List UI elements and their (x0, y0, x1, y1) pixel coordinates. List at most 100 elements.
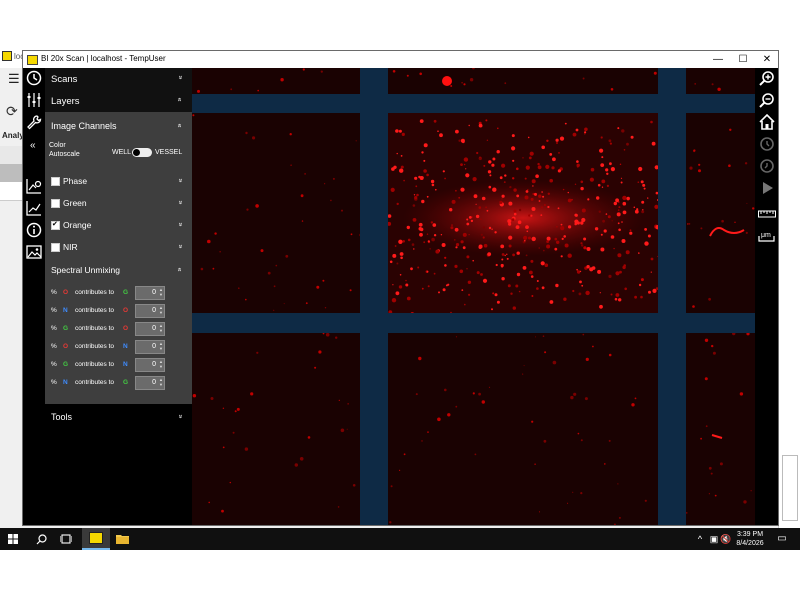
chevron-down-icon[interactable]: » (177, 415, 184, 419)
autoscale-toggle[interactable] (132, 148, 152, 157)
sliders-icon[interactable] (25, 92, 43, 110)
unmixing-value-stepper[interactable]: 0 ▲ ▼ (135, 376, 165, 390)
fluorescence-speckle (431, 183, 435, 187)
background-list-row[interactable] (0, 164, 22, 182)
chevron-down-icon[interactable]: » (177, 201, 184, 205)
chart-gear-icon[interactable] (25, 178, 43, 196)
history-back-icon[interactable] (758, 158, 775, 175)
contributes-to-label: contributes to (75, 307, 115, 314)
taskbar-app-scan-viewer[interactable] (82, 528, 110, 550)
unmixing-value: 0 (152, 325, 156, 332)
scale-bar-icon[interactable]: μm (758, 228, 775, 245)
channel-row-phase[interactable]: Phase » (51, 174, 186, 188)
fluorescence-speckle (587, 198, 590, 201)
fluorescence-speckle (234, 410, 237, 413)
stepper-arrows-icon[interactable]: ▲ ▼ (159, 341, 163, 351)
chart-line-icon[interactable] (25, 200, 43, 218)
chevron-up-icon[interactable]: » (177, 124, 184, 128)
fluorescence-speckle (600, 233, 603, 236)
unmixing-value-stepper[interactable]: 0 ▲ ▼ (135, 286, 165, 300)
fluorescence-speckle (581, 208, 586, 213)
tools-label[interactable]: Tools (51, 412, 72, 422)
fluorescence-image-viewer[interactable] (192, 68, 755, 525)
unmixing-value-stepper[interactable]: 0 ▲ ▼ (135, 358, 165, 372)
fluorescence-speckle (693, 149, 696, 152)
fluorescence-speckle (651, 141, 656, 146)
chevron-up-icon[interactable]: » (177, 268, 184, 272)
stepper-arrows-icon[interactable]: ▲ ▼ (159, 287, 163, 297)
search-icon[interactable] (32, 528, 50, 550)
zoom-out-icon[interactable] (758, 92, 775, 109)
fluorescence-speckle (423, 169, 427, 173)
fluorescence-speckle (705, 425, 708, 428)
stepper-arrows-icon[interactable]: ▲ ▼ (159, 377, 163, 387)
clock-icon[interactable] (25, 70, 43, 88)
channel-row-nir[interactable]: NIR » (51, 240, 186, 254)
fluorescence-speckle (540, 214, 543, 217)
task-view-icon[interactable] (57, 528, 75, 550)
fluorescence-speckle (528, 156, 532, 160)
minimize-button[interactable]: — (705, 51, 731, 68)
unmixing-value-stepper[interactable]: 0 ▲ ▼ (135, 322, 165, 336)
fluorescence-speckle (582, 333, 585, 336)
chevron-down-icon[interactable]: » (177, 179, 184, 183)
network-icon[interactable]: ▣ (708, 528, 720, 550)
ruler-icon[interactable] (758, 206, 776, 223)
close-button[interactable]: ✕ (754, 51, 780, 68)
fluorescence-speckle (654, 204, 659, 209)
chevron-down-icon[interactable]: » (177, 76, 184, 80)
stepper-arrows-icon[interactable]: ▲ ▼ (159, 323, 163, 333)
image-icon[interactable] (25, 244, 43, 262)
unmixing-value-stepper[interactable]: 0 ▲ ▼ (135, 304, 165, 318)
unmixing-value-stepper[interactable]: 0 ▲ ▼ (135, 340, 165, 354)
chevron-up-icon[interactable]: » (177, 98, 184, 102)
file-explorer-icon[interactable] (112, 528, 132, 550)
channel-row-orange[interactable]: Orange » (51, 218, 186, 232)
orange-checkbox[interactable] (51, 220, 60, 230)
play-icon[interactable] (758, 180, 775, 197)
wrench-icon[interactable] (25, 114, 43, 132)
fluorescence-speckle (465, 168, 467, 170)
scans-section-header[interactable]: Scans » (45, 68, 192, 90)
sync-icon[interactable]: ⟳ (6, 103, 22, 119)
info-icon[interactable] (25, 222, 43, 240)
start-button[interactable] (4, 528, 22, 550)
channel-row-green[interactable]: Green » (51, 196, 186, 210)
fluorescence-speckle (580, 439, 583, 442)
stepper-arrows-icon[interactable]: ▲ ▼ (159, 305, 163, 315)
fluorescence-speckle (320, 70, 323, 73)
taskbar-clock[interactable]: 3:39 PM 8/4/2026 (730, 530, 770, 548)
contributes-to-label: contributes to (75, 379, 115, 386)
fluorescence-speckle (192, 394, 197, 398)
fluorescence-speckle (466, 222, 470, 226)
fluorescence-speckle (700, 437, 702, 440)
phase-checkbox[interactable] (51, 177, 60, 186)
fluorescence-speckle (580, 242, 583, 245)
fluorescence-speckle (529, 151, 534, 156)
fluorescence-speckle (433, 234, 437, 237)
history-forward-icon[interactable] (758, 136, 775, 153)
fluorescence-speckle (573, 392, 577, 396)
background-list-row[interactable] (0, 182, 22, 201)
fluorescence-speckle (341, 209, 343, 212)
background-scroll-box[interactable] (782, 455, 798, 521)
fluorescence-speckle (335, 336, 338, 339)
chevron-down-icon[interactable]: » (177, 223, 184, 227)
fluorescence-speckle (486, 209, 489, 212)
zoom-in-icon[interactable] (758, 70, 775, 87)
collapse-panel-button[interactable]: « (30, 140, 36, 151)
maximize-button[interactable]: ☐ (730, 51, 756, 68)
fluorescence-speckle (513, 212, 517, 216)
nir-checkbox[interactable] (51, 243, 60, 252)
home-icon[interactable] (758, 113, 775, 131)
notification-icon[interactable]: ▭ (774, 528, 790, 550)
fluorescence-speckle (460, 163, 463, 166)
tray-chevron-up-icon[interactable]: ^ (694, 528, 706, 550)
stepper-arrows-icon[interactable]: ▲ ▼ (159, 359, 163, 369)
fluorescence-speckle (531, 295, 534, 297)
chevron-down-icon[interactable]: » (177, 245, 184, 249)
window-titlebar[interactable]: BI 20x Scan | localhost - TempUser — ☐ ✕ (23, 51, 778, 68)
green-checkbox[interactable] (51, 199, 60, 208)
layers-section-header[interactable]: Layers » (45, 90, 192, 112)
background-list-row[interactable] (0, 146, 22, 165)
